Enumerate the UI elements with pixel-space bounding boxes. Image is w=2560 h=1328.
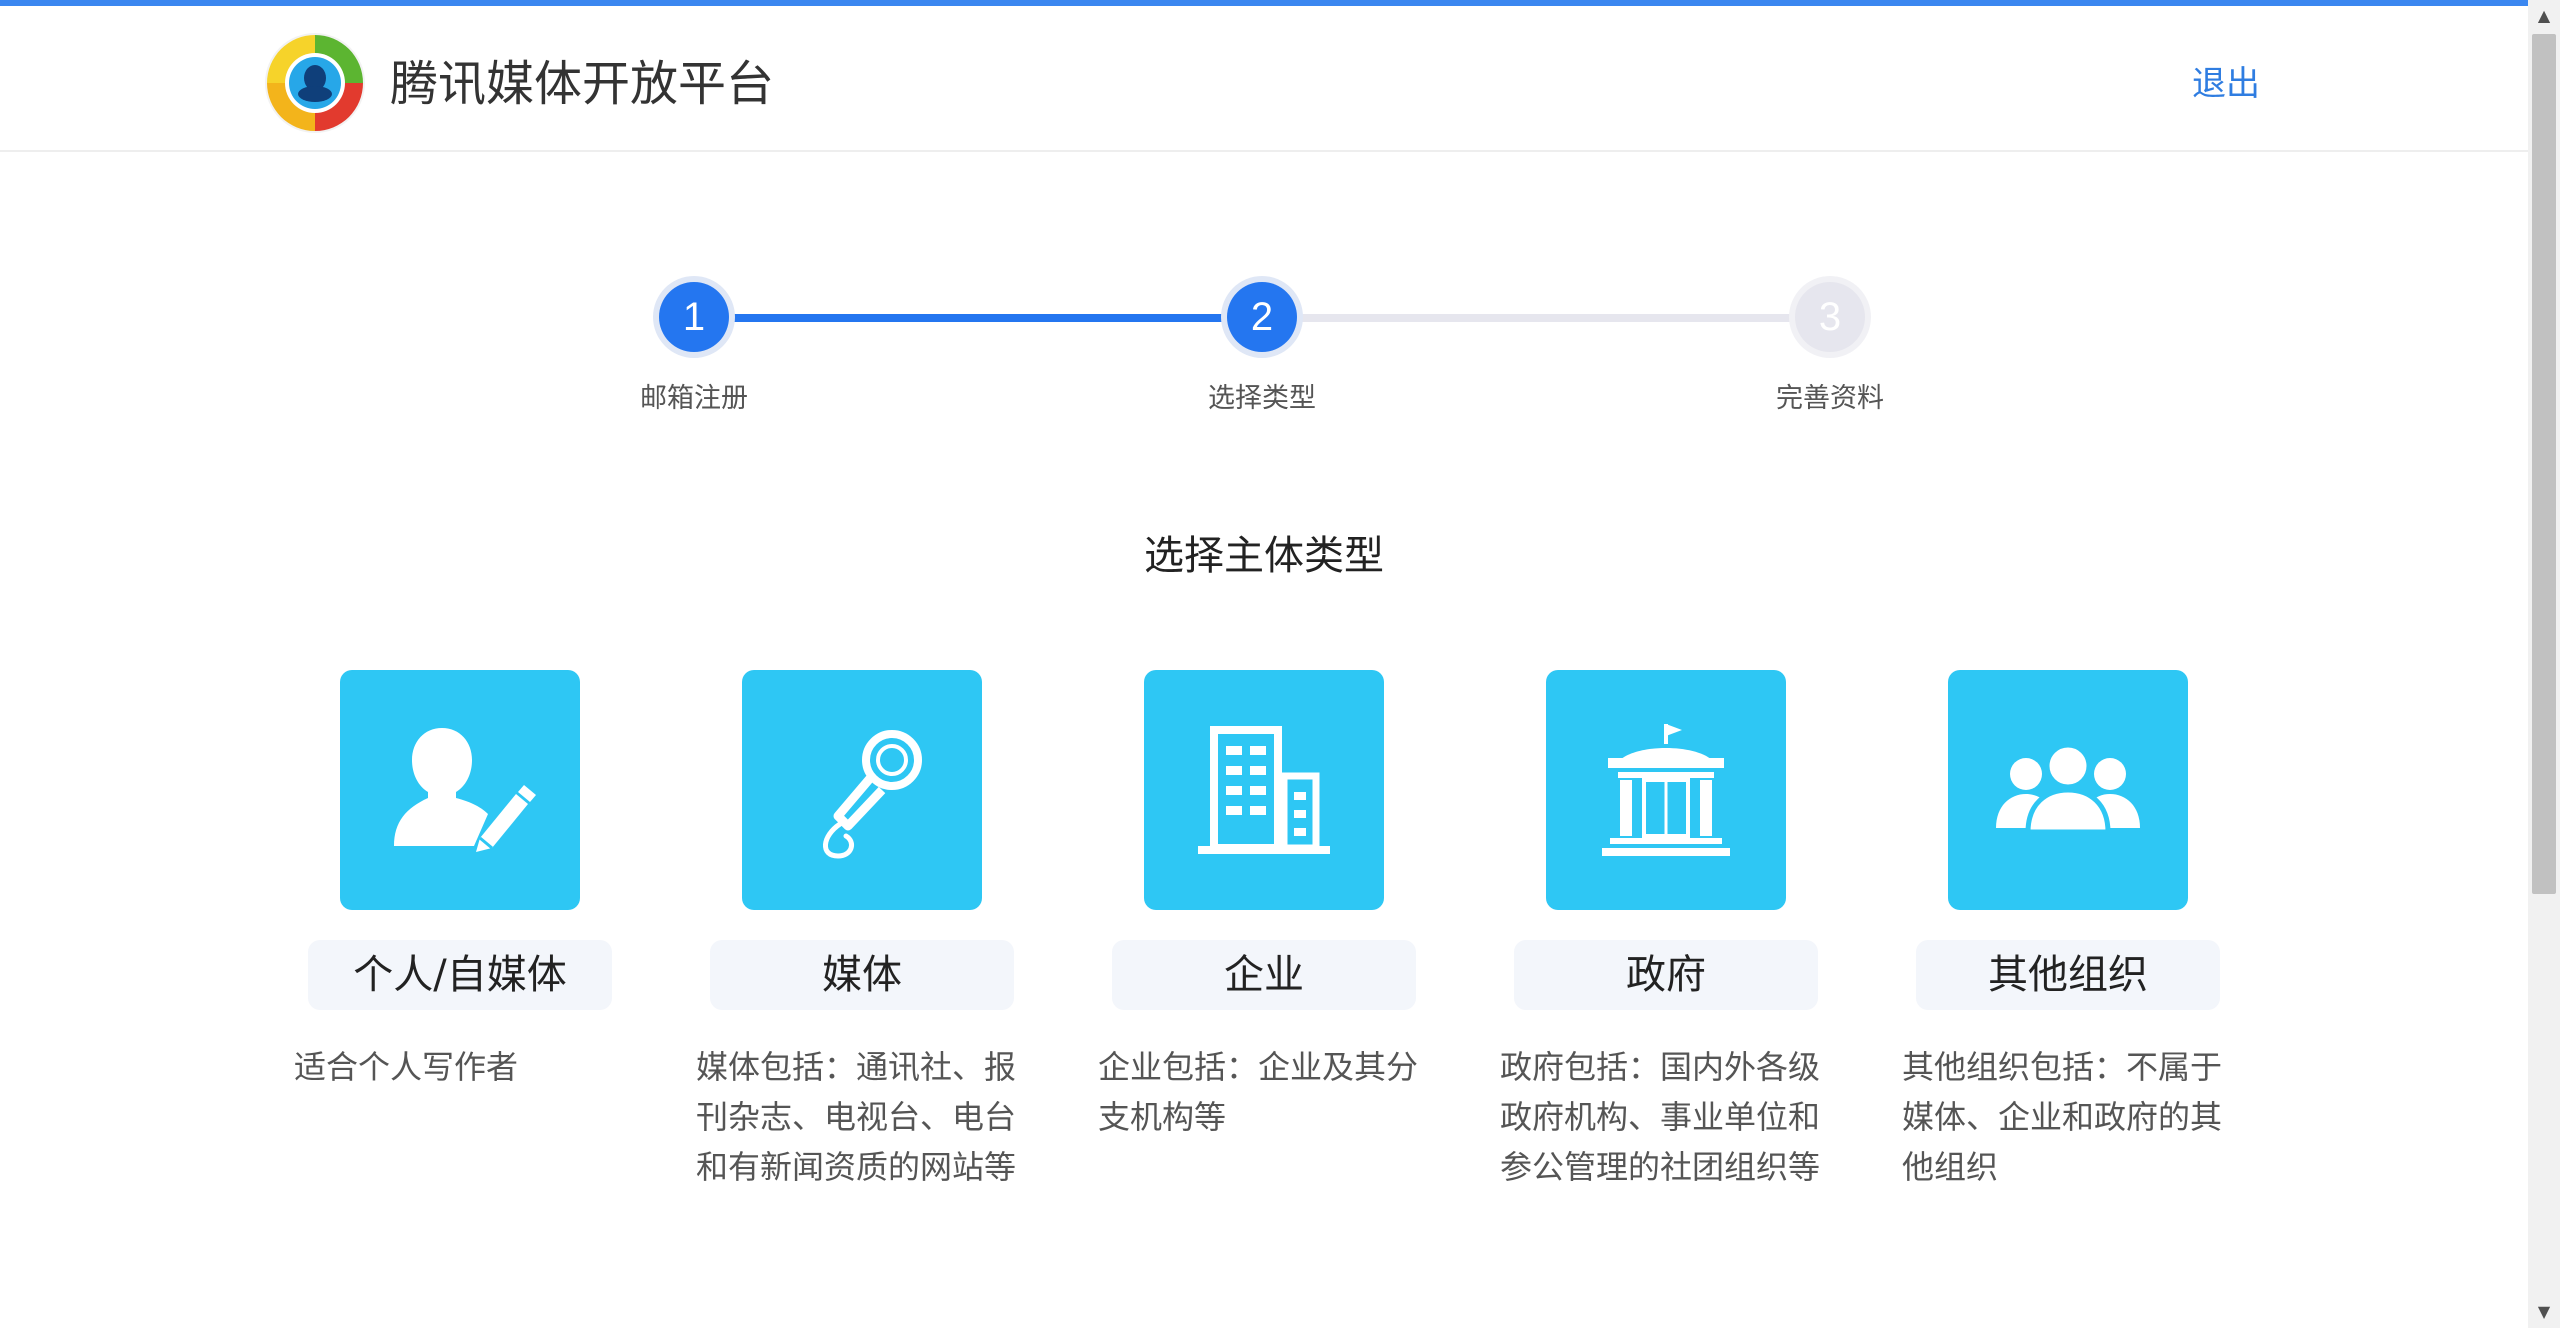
type-tile-government[interactable] (1546, 670, 1786, 910)
page: 腾讯媒体开放平台 退出 1 邮箱注册 2 选择类型 3 完善资料 选择主体类型 (0, 0, 2560, 1328)
government-building-icon (1602, 724, 1730, 856)
tencent-news-logo-icon (265, 33, 365, 133)
scroll-thumb[interactable] (2532, 34, 2556, 894)
scroll-up-arrow-icon[interactable]: ▲ (2528, 0, 2560, 32)
type-desc-individual: 适合个人写作者 (294, 1048, 519, 1086)
step-3: 3 完善资料 (1730, 270, 1930, 416)
header: 腾讯媒体开放平台 退出 (0, 6, 2528, 152)
step-1: 1 邮箱注册 (594, 270, 794, 416)
step-2: 2 选择类型 (1162, 270, 1362, 416)
type-desc-other: 其他组织包括：不属于媒体、企业和政府的其他组织 (1902, 1048, 2223, 1186)
building-icon (1198, 726, 1330, 854)
type-name-media[interactable]: 媒体 (710, 940, 1014, 1010)
type-tile-enterprise[interactable] (1144, 670, 1384, 910)
type-name-government[interactable]: 政府 (1514, 940, 1818, 1010)
type-name-enterprise[interactable]: 企业 (1112, 940, 1416, 1010)
section-title: 选择主体类型 (1144, 533, 1384, 579)
type-card-government: 政府 政府包括：国内外各级政府机构、事业单位和参公管理的社团组织等 (1500, 670, 1824, 1230)
type-card-media: 媒体 媒体包括：通讯社、报刊杂志、电视台、电台和有新闻资质的网站等 (696, 670, 1020, 1230)
scroll-down-arrow-icon[interactable]: ▼ (2528, 1296, 2560, 1328)
step-3-number: 3 (1795, 282, 1865, 352)
type-tile-media[interactable] (742, 670, 982, 910)
brand-title: 腾讯媒体开放平台 (390, 56, 775, 112)
microphone-icon (823, 730, 922, 859)
type-desc-government: 政府包括：国内外各级政府机构、事业单位和参公管理的社团组织等 (1500, 1048, 1821, 1186)
type-tile-individual[interactable] (340, 670, 580, 910)
group-icon (1996, 742, 2140, 835)
type-desc-enterprise: 企业包括：企业及其分支机构等 (1098, 1048, 1419, 1136)
step-2-label: 选择类型 (1208, 383, 1316, 414)
logout-link[interactable]: 退出 (2192, 62, 2260, 106)
step-1-label: 邮箱注册 (640, 383, 748, 414)
type-card-enterprise: 企业 企业包括：企业及其分支机构等 (1098, 670, 1422, 1230)
type-name-individual[interactable]: 个人/自媒体 (308, 940, 612, 1010)
step-2-number: 2 (1227, 282, 1297, 352)
type-name-other[interactable]: 其他组织 (1916, 940, 2220, 1010)
step-3-label: 完善资料 (1776, 383, 1884, 414)
type-card-individual: 个人/自媒体 适合个人写作者 (294, 670, 618, 1230)
user-pen-icon (394, 728, 536, 852)
vertical-scrollbar[interactable]: ▲ ▼ (2528, 0, 2560, 1328)
type-desc-media: 媒体包括：通讯社、报刊杂志、电视台、电台和有新闻资质的网站等 (696, 1048, 1017, 1186)
type-card-other: 其他组织 其他组织包括：不属于媒体、企业和政府的其他组织 (1902, 670, 2226, 1230)
registration-steps: 1 邮箱注册 2 选择类型 3 完善资料 (0, 270, 2528, 430)
step-1-number: 1 (659, 282, 729, 352)
type-tile-other[interactable] (1948, 670, 2188, 910)
